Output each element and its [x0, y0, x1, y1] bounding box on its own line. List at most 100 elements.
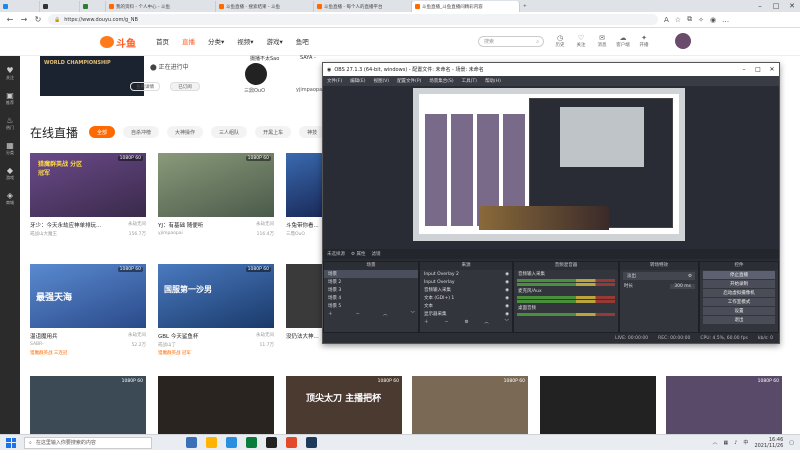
file-explorer-icon[interactable] [206, 437, 217, 448]
back-icon[interactable]: ← [6, 15, 14, 24]
stream-thumbnail[interactable]: 1080P 60 [412, 376, 528, 434]
sidebar-item-game[interactable]: ◆ 游戏 [6, 166, 14, 181]
windows-start-icon[interactable] [4, 436, 18, 450]
filter-chip[interactable]: 大神操作 [167, 126, 204, 138]
streamer-name[interactable]: yjimpaopai [296, 87, 324, 93]
streamer-name[interactable]: SABR- [30, 342, 44, 348]
streamer-name[interactable]: 戒战山丁 [158, 342, 176, 348]
filter-chip[interactable]: 开黑上车 [255, 126, 292, 138]
stream-thumbnail[interactable]: 1080P 60 [666, 376, 782, 434]
subscribed-button[interactable]: 已订阅 [170, 82, 200, 91]
gear-icon[interactable]: ⚙ [464, 320, 468, 325]
stream-card[interactable]: 没仍法大神... [286, 264, 322, 340]
streamer-name[interactable]: yjimpaopai [158, 231, 183, 237]
studio-mode-button[interactable]: 工作室模式 [703, 298, 775, 306]
filter-chip[interactable]: 三人组队 [211, 126, 248, 138]
source-item[interactable]: 文本 (GDI+) 1 ◉ [420, 294, 512, 302]
down-icon[interactable]: ﹀ [411, 311, 416, 317]
follow-button[interactable]: ♡ 关注 [574, 34, 588, 48]
menu-edit[interactable]: 编辑(E) [350, 78, 365, 84]
eye-icon[interactable]: ◉ [505, 312, 509, 317]
store-icon[interactable] [226, 437, 237, 448]
browser-tab[interactable] [40, 1, 80, 12]
stream-card[interactable]: 1080P 60 YJ：有基础 随便听 永劫无间 yjimpaopai 116.4万 [158, 153, 274, 237]
nav-fishbar[interactable]: 鱼吧 [296, 36, 309, 46]
view-details-button[interactable]: 查看详情 [130, 82, 160, 91]
netease-music-icon[interactable] [286, 437, 297, 448]
volume-icon[interactable]: ♪ [734, 440, 737, 446]
menu-help[interactable]: 帮助(H) [485, 78, 501, 84]
browser-tab[interactable]: 斗鱼直播 - 搜索结果 - 斗鱼 [216, 1, 314, 12]
filters-button[interactable]: 滤镜 [371, 251, 380, 257]
search-input[interactable]: 搜索 ⌕ [478, 36, 544, 47]
notification-icon[interactable]: ▢ [789, 440, 794, 446]
filter-all[interactable]: 全部 [89, 126, 116, 138]
streamer-name[interactable]: 戒战山大魔王 [30, 231, 57, 237]
browser-tab[interactable] [80, 1, 106, 12]
add-icon[interactable]: ＋ [424, 319, 429, 325]
sidebar-item-recommend[interactable]: ▣ 推荐 [6, 91, 14, 106]
tray-chevron-icon[interactable]: ︿ [712, 439, 717, 446]
collections-icon[interactable]: ⧉ [687, 15, 692, 24]
star-icon[interactable]: ☆ [675, 16, 681, 24]
browser-tab[interactable] [0, 1, 40, 12]
sidebar-item-shop[interactable]: ◈ 商城 [6, 191, 14, 206]
sidebar-item-category[interactable]: ▦ 分类 [6, 141, 14, 156]
nav-category[interactable]: 分类▾ [208, 36, 224, 46]
clock[interactable]: 16:46 2021/11/26 [754, 437, 783, 449]
down-icon[interactable]: ﹀ [504, 319, 509, 325]
duration-input[interactable]: 300 ms [670, 283, 695, 289]
source-item[interactable]: 音频输入采集 ◉ [420, 286, 512, 294]
stream-card[interactable]: 1080P 60 最强天海 温诅魔用兵 永劫无间 SABR- 52.2万 猎魔群英战… [30, 264, 146, 356]
nav-live[interactable]: 直播 [182, 36, 195, 46]
exit-button[interactable]: 退出 [703, 316, 775, 324]
message-button[interactable]: ✉ 消息 [595, 34, 609, 48]
steam-icon[interactable] [306, 437, 317, 448]
stream-thumbnail[interactable]: 1080P 60 顶尖太刀 主播把杯 [286, 376, 402, 434]
obs-app-icon[interactable] [266, 437, 277, 448]
nav-video[interactable]: 视频▾ [237, 36, 253, 46]
eye-icon[interactable]: ◉ [505, 280, 509, 285]
menu-file[interactable]: 文件(F) [327, 78, 342, 84]
add-icon[interactable]: ＋ [328, 311, 333, 317]
virtual-camera-button[interactable]: 启动虚拟摄像机 [703, 289, 775, 297]
scene-item[interactable]: 场景 5 [324, 302, 418, 310]
menu-view[interactable]: 视图(V) [373, 78, 389, 84]
start-recording-button[interactable]: 开始录制 [703, 280, 775, 288]
obs-preview[interactable] [413, 88, 685, 241]
gear-icon[interactable]: ⚙ [688, 274, 692, 279]
profile-icon[interactable]: ◉ [710, 16, 716, 24]
stop-streaming-button[interactable]: 停止直播 [703, 271, 775, 279]
nav-home[interactable]: 首页 [156, 36, 169, 46]
source-item[interactable]: 文本 ◉ [420, 302, 512, 310]
close-button[interactable]: ✕ [784, 0, 800, 12]
scene-item[interactable]: 场景 3 [324, 286, 418, 294]
client-button[interactable]: ☁ 客户端 [616, 34, 630, 48]
extensions-icon[interactable]: ✧ [698, 16, 704, 24]
sidebar-item-follow[interactable]: ♥ 关注 [6, 66, 14, 81]
remove-icon[interactable]: － [356, 311, 361, 317]
eye-icon[interactable]: ◉ [505, 304, 509, 309]
streamer-name[interactable]: 三鼎OuO [244, 87, 265, 94]
source-item[interactable]: 显示器采集 ◉ [420, 310, 512, 318]
site-logo[interactable]: 斗鱼 [100, 35, 136, 50]
scene-item[interactable]: 场景 2 [324, 278, 418, 286]
new-tab-button[interactable]: + [520, 1, 532, 12]
edge-browser-icon[interactable] [246, 437, 257, 448]
sidebar-item-hot[interactable]: ♨ 热门 [6, 116, 14, 131]
obs-minimize-button[interactable]: – [737, 63, 751, 76]
obs-close-button[interactable]: ✕ [765, 63, 779, 76]
obs-titlebar[interactable]: ◉ OBS 27.1.3 (64-bit, windows) - 配置文件: 未… [323, 63, 779, 76]
stream-thumbnail[interactable] [158, 376, 274, 434]
scene-item[interactable]: 场景 4 [324, 294, 418, 302]
browser-tab-active[interactable]: 斗鱼直播_斗鱼直播间精彩内容 [412, 1, 520, 12]
url-input[interactable]: 🔒 https://www.douyu.com/g_NB [48, 14, 658, 25]
stream-thumbnail[interactable] [540, 376, 656, 434]
nav-game[interactable]: 游戏▾ [267, 36, 283, 46]
taskbar-search-input[interactable]: ⌕ 在这里输入你要搜索的内容 [24, 436, 152, 449]
menu-profile[interactable]: 配置文件(P) [397, 78, 421, 84]
streamer-name[interactable]: 三鼎OuO [286, 231, 305, 237]
history-button[interactable]: ◷ 历史 [553, 34, 567, 48]
source-item[interactable]: Input Overlay 2 ◉ [420, 270, 512, 278]
settings-button[interactable]: 设置 [703, 307, 775, 315]
